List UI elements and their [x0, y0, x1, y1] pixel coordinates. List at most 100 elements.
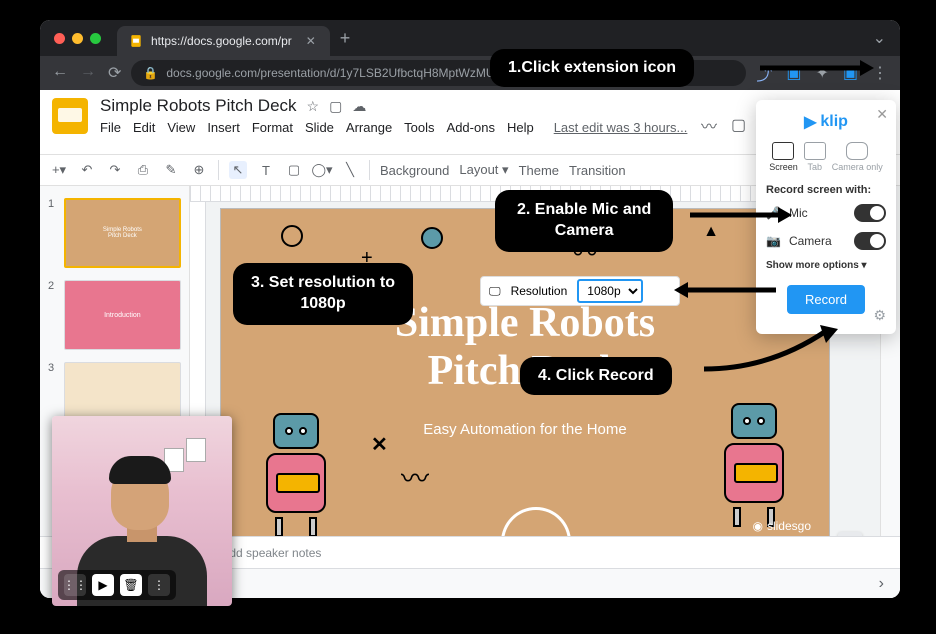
menu-insert[interactable]: Insert: [207, 120, 240, 135]
new-slide-icon[interactable]: +▾: [50, 161, 68, 179]
zoom-icon[interactable]: ⊕: [190, 161, 208, 179]
window-controls: [54, 33, 101, 44]
tab-tab[interactable]: Tab: [804, 142, 826, 172]
resolution-selector: 🖵 Resolution 1080p: [480, 276, 680, 306]
menu-view[interactable]: View: [167, 120, 195, 135]
comments-icon[interactable]: ▢: [731, 115, 746, 135]
settings-icon[interactable]: ⚙: [873, 307, 886, 324]
line-icon[interactable]: ╲: [341, 161, 359, 179]
select-icon[interactable]: ↖: [229, 161, 247, 179]
camera-icon: 📷: [766, 234, 781, 248]
move-icon[interactable]: ▢: [329, 98, 342, 115]
play-icon[interactable]: ▶: [92, 574, 114, 596]
arrow-icon: [760, 58, 870, 78]
forward-icon[interactable]: →: [80, 63, 96, 83]
show-more-options[interactable]: Show more options ▾: [766, 260, 886, 271]
star-icon[interactable]: ☆: [307, 98, 320, 115]
paint-icon[interactable]: ✎: [162, 161, 180, 179]
arrow-icon: [690, 205, 790, 225]
drag-handle-icon[interactable]: ⋮⋮: [64, 574, 86, 596]
redo-icon[interactable]: ↷: [106, 161, 124, 179]
monitor-icon: 🖵: [489, 284, 501, 299]
image-icon[interactable]: ▢: [285, 161, 303, 179]
robot-illustration: [251, 417, 341, 537]
next-slide-icon[interactable]: ›: [879, 575, 884, 593]
close-window-icon[interactable]: [54, 33, 65, 44]
textbox-icon[interactable]: T: [257, 161, 275, 179]
resolution-label: Resolution: [511, 284, 568, 298]
menu-addons[interactable]: Add-ons: [447, 120, 495, 135]
browser-tab[interactable]: https://docs.google.com/pr ✕: [117, 26, 330, 56]
resolution-dropdown[interactable]: 1080p: [577, 279, 643, 303]
wall-frame-decoration: [186, 438, 206, 462]
back-icon[interactable]: ←: [52, 63, 68, 83]
cloud-status-icon[interactable]: ☁: [352, 98, 366, 115]
mic-toggle[interactable]: [854, 204, 886, 222]
screen-icon: [772, 142, 794, 160]
delete-icon[interactable]: 🗑: [120, 574, 142, 596]
arrow-icon: [700, 325, 840, 375]
slides-logo-icon[interactable]: [52, 98, 88, 134]
annotation-3: 3. Set resolution to 1080p: [233, 263, 413, 325]
slide-thumbnail-2[interactable]: Introduction: [64, 280, 181, 350]
menu-icon[interactable]: ⋮: [872, 63, 888, 83]
menu-format[interactable]: Format: [252, 120, 293, 135]
background-button[interactable]: Background: [380, 163, 449, 178]
maximize-window-icon[interactable]: [90, 33, 101, 44]
slide-thumbnail-1[interactable]: Simple Robots Pitch Deck: [64, 198, 181, 268]
nav-arrows: ← → ⟳: [52, 63, 121, 83]
slidesgo-label: slidesgo: [767, 519, 811, 533]
menu-bar: File Edit View Insert Format Slide Arran…: [100, 120, 701, 135]
lock-icon: 🔒: [143, 66, 158, 80]
annotation-1: 1.Click extension icon: [490, 49, 694, 87]
more-icon[interactable]: ⋮: [148, 574, 170, 596]
robot-illustration: [709, 407, 799, 527]
thumb-number: 2: [48, 280, 58, 350]
print-icon[interactable]: ⎙: [134, 161, 152, 179]
camera-row: 📷 Camera: [766, 232, 886, 250]
camera-only-icon: [846, 142, 868, 160]
tab-screen[interactable]: Screen: [769, 142, 798, 172]
thumb-number: 1: [48, 198, 58, 268]
mic-label: Mic: [789, 206, 808, 220]
menu-tools[interactable]: Tools: [404, 120, 434, 135]
titlebar: https://docs.google.com/pr ✕ + ⌄: [40, 20, 900, 56]
reload-icon[interactable]: ⟳: [108, 63, 121, 83]
new-tab-button[interactable]: +: [340, 28, 351, 49]
menu-slide[interactable]: Slide: [305, 120, 334, 135]
tabs-dropdown-icon[interactable]: ⌄: [873, 28, 886, 48]
menu-edit[interactable]: Edit: [133, 120, 155, 135]
last-edit-text[interactable]: Last edit was 3 hours...: [554, 120, 688, 135]
camera-toggle[interactable]: [854, 232, 886, 250]
undo-icon[interactable]: ↶: [78, 161, 96, 179]
camera-icon: ▶: [804, 112, 816, 132]
shape-icon[interactable]: ◯▾: [313, 161, 331, 179]
close-tab-icon[interactable]: ✕: [304, 34, 318, 48]
record-with-label: Record screen with:: [766, 184, 886, 196]
webcam-controls: ⋮⋮ ▶ 🗑 ⋮: [58, 570, 176, 600]
slidesgo-badge: ◉ slidesgo: [752, 519, 811, 533]
slidesgo-icon: ◉: [752, 519, 762, 533]
slides-favicon-icon: [129, 34, 143, 48]
annotation-2: 2. Enable Mic and Camera: [495, 190, 673, 252]
menu-arrange[interactable]: Arrange: [346, 120, 392, 135]
record-button[interactable]: Record: [787, 285, 865, 314]
klip-brand-text: klip: [820, 113, 848, 131]
tab-icon: [804, 142, 826, 160]
arrow-icon: [680, 280, 780, 300]
webcam-preview: ⋮⋮ ▶ 🗑 ⋮: [52, 416, 232, 606]
menu-file[interactable]: File: [100, 120, 121, 135]
trend-icon[interactable]: 〰: [701, 113, 717, 137]
klip-logo: ▶ klip: [766, 112, 886, 132]
tab-title: https://docs.google.com/pr: [151, 34, 292, 48]
document-title[interactable]: Simple Robots Pitch Deck: [100, 96, 297, 116]
minimize-window-icon[interactable]: [72, 33, 83, 44]
theme-button[interactable]: Theme: [519, 163, 559, 178]
camera-label: Camera: [789, 234, 832, 248]
transition-button[interactable]: Transition: [569, 163, 626, 178]
annotation-4: 4. Click Record: [520, 357, 672, 395]
close-popup-icon[interactable]: ✕: [876, 106, 888, 123]
layout-button[interactable]: Layout ▾: [459, 162, 508, 178]
tab-camera-only[interactable]: Camera only: [832, 142, 883, 172]
menu-help[interactable]: Help: [507, 120, 534, 135]
